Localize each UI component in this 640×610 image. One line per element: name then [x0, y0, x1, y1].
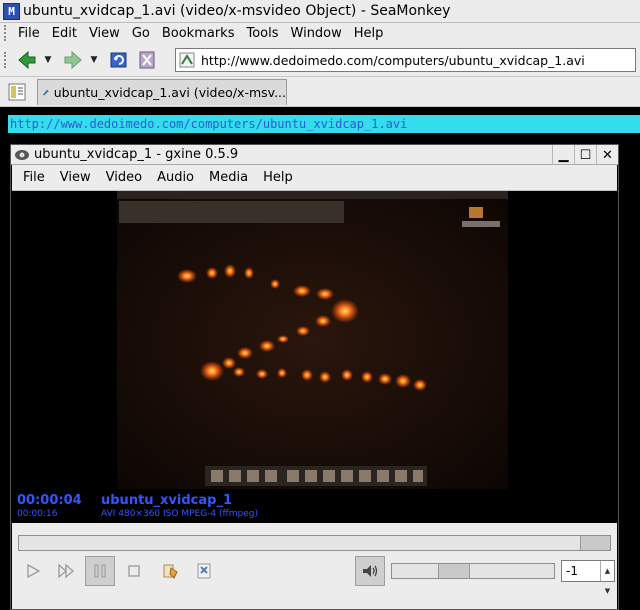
tab-bar: ubuntu_xvidcap_1.avi (video/x-msv...: [0, 77, 640, 107]
snapshot-icon: [163, 564, 178, 579]
menu-window[interactable]: Window: [287, 26, 350, 41]
reload-button[interactable]: [106, 47, 132, 73]
spin-down-icon[interactable]: ▼: [605, 581, 610, 601]
seek-bar[interactable]: [18, 535, 611, 551]
fast-forward-button[interactable]: [51, 556, 81, 586]
forward-button[interactable]: [60, 47, 86, 73]
stop-playback-button[interactable]: [119, 556, 149, 586]
speaker-icon: [363, 565, 378, 577]
mute-button[interactable]: [355, 556, 385, 586]
gxine-titlebar: ubuntu_xvidcap_1 - gxine 0.5.9 ▁ ☐ ✕: [11, 145, 618, 165]
stream-title: ubuntu_xvidcap_1: [101, 493, 232, 508]
gxine-menu-view[interactable]: View: [53, 170, 99, 185]
gxine-menu-audio[interactable]: Audio: [150, 170, 202, 185]
gxine-menu-file[interactable]: File: [16, 170, 53, 185]
total-time: 00:00:16: [17, 509, 58, 519]
tools-icon: [197, 563, 211, 579]
tab-label: ubuntu_xvidcap_1.avi (video/x-msv...: [53, 84, 286, 100]
toolbar-grip[interactable]: [4, 51, 8, 68]
menu-go[interactable]: Go: [128, 26, 158, 41]
menu-tools[interactable]: Tools: [242, 26, 286, 41]
back-dropdown[interactable]: ▼: [42, 55, 54, 65]
fast-forward-icon: [58, 563, 74, 579]
gxine-icon: [15, 149, 29, 160]
browser-menubar: File Edit View Go Bookmarks Tools Window…: [0, 23, 640, 43]
browser-titlebar: M ubuntu_xvidcap_1.avi (video/x-msvideo …: [0, 0, 640, 23]
gxine-window: ubuntu_xvidcap_1 - gxine 0.5.9 ▁ ☐ ✕ Fil…: [10, 144, 619, 610]
settings-button[interactable]: [189, 556, 219, 586]
pause-icon: [94, 564, 106, 578]
snapshot-button[interactable]: [156, 556, 186, 586]
spin-up-icon[interactable]: ▲: [605, 561, 610, 581]
gxine-menubar: File View Video Audio Media Help: [12, 165, 617, 191]
volume-slider[interactable]: [391, 563, 555, 579]
forward-icon: [64, 50, 82, 69]
menu-file[interactable]: File: [14, 26, 48, 41]
spin-arrows[interactable]: ▲ ▼: [600, 561, 614, 595]
stop-square-icon: [128, 565, 140, 577]
video-area[interactable]: [117, 191, 508, 489]
current-time: 00:00:04: [17, 493, 82, 508]
pause-button[interactable]: [85, 556, 115, 586]
stop-button[interactable]: [134, 47, 160, 73]
close-icon: ✕: [602, 147, 613, 163]
browser-title: ubuntu_xvidcap_1.avi (video/x-msvideo Ob…: [23, 3, 451, 19]
video-frame: [117, 191, 508, 489]
volume-handle[interactable]: [437, 564, 470, 578]
av-offset-spinbox[interactable]: -1 ▲ ▼: [561, 560, 615, 595]
menu-help[interactable]: Help: [350, 26, 392, 41]
video-file-icon: [42, 89, 49, 96]
gxine-menu-media[interactable]: Media: [202, 170, 256, 185]
reload-icon: [110, 52, 127, 67]
gxine-menu-help[interactable]: Help: [256, 170, 301, 185]
url-text[interactable]: http://www.dedoimedo.com/computers/ubunt…: [201, 53, 585, 68]
close-button[interactable]: ✕: [596, 145, 618, 165]
menu-view[interactable]: View: [85, 26, 128, 41]
url-bar[interactable]: http://www.dedoimedo.com/computers/ubunt…: [175, 48, 636, 72]
tab-ubuntu-xvidcap[interactable]: ubuntu_xvidcap_1.avi (video/x-msv...: [37, 78, 287, 105]
spin-value[interactable]: -1: [566, 564, 578, 578]
gxine-menu-video[interactable]: Video: [99, 170, 150, 185]
plugin-url-label: http://www.dedoimedo.com/computers/ubunt…: [8, 115, 640, 133]
stop-icon: [139, 51, 155, 68]
forward-dropdown[interactable]: ▼: [88, 55, 100, 65]
sidebar-toggle-icon[interactable]: [6, 81, 28, 103]
maximize-button[interactable]: ☐: [574, 145, 596, 165]
stream-info: AVI 480×360 ISO MPEG-4 (ffmpeg): [101, 509, 258, 519]
back-button[interactable]: [14, 47, 40, 73]
back-icon: [18, 50, 36, 69]
seek-handle[interactable]: [580, 536, 610, 550]
gxine-title: ubuntu_xvidcap_1 - gxine 0.5.9: [34, 147, 239, 162]
minimize-button[interactable]: ▁: [552, 145, 574, 165]
menubar-grip[interactable]: [4, 25, 8, 41]
seamonkey-icon: M: [3, 2, 20, 20]
minimize-icon: ▁: [558, 147, 569, 163]
play-icon: [27, 563, 41, 579]
menu-bookmarks[interactable]: Bookmarks: [158, 26, 243, 41]
page-icon: [179, 52, 195, 68]
maximize-icon: ☐: [579, 147, 592, 163]
menu-edit[interactable]: Edit: [48, 26, 85, 41]
play-button[interactable]: [18, 556, 48, 586]
navigation-toolbar: ▼ ▼ http://www.dedoimedo.com/computers/u…: [0, 43, 640, 77]
control-panel: -1 ▲ ▼: [12, 523, 617, 609]
